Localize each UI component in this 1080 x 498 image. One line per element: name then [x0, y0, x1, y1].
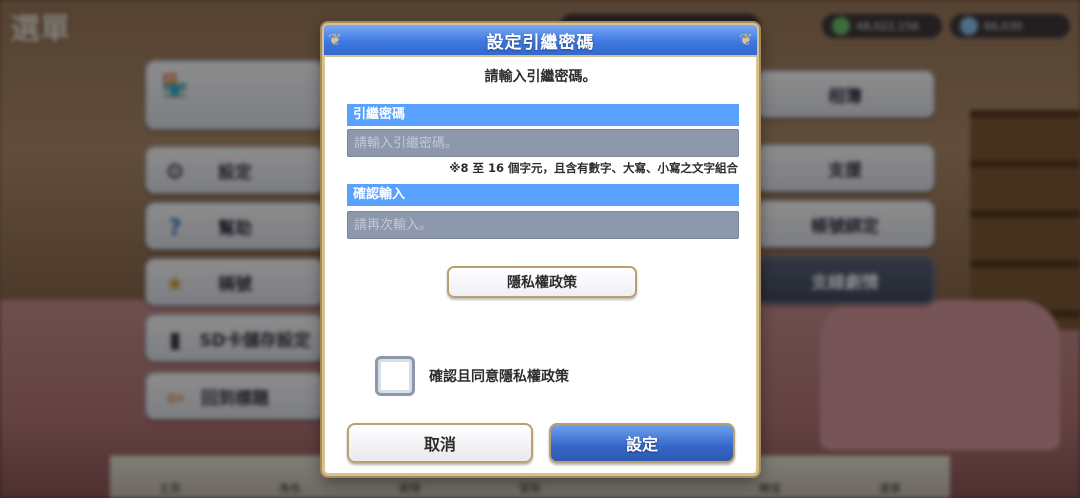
agree-label: 確認且同意隱私權政策 — [429, 369, 569, 385]
privacy-policy-button[interactable]: 隱私權政策 — [447, 266, 637, 298]
confirm-password-label: 確認輸入 — [347, 184, 739, 206]
ornament-left-icon: ❦ — [328, 30, 342, 49]
dialog-subtitle: 請輸入引繼密碼。 — [484, 69, 597, 85]
password-hint: ※8 至 16 個字元，且含有數字、大寫、小寫之文字組合 — [449, 161, 738, 175]
confirm-password-input[interactable] — [347, 211, 739, 239]
set-transfer-password-dialog: ❦ 設定引繼密碼 ❦ 請輸入引繼密碼。 引繼密碼 ※8 至 16 個字元，且含有… — [322, 23, 759, 476]
set-button[interactable]: 設定 — [549, 423, 735, 463]
cancel-button[interactable]: 取消 — [347, 423, 533, 463]
ornament-right-icon: ❦ — [739, 30, 753, 49]
agree-checkbox[interactable] — [375, 356, 415, 396]
dialog-header: ❦ 設定引繼密碼 ❦ — [322, 23, 759, 57]
agree-row: 確認且同意隱私權政策 — [375, 356, 569, 396]
dialog-title: 設定引繼密碼 — [486, 32, 595, 53]
password-input[interactable] — [347, 129, 739, 157]
password-label: 引繼密碼 — [347, 104, 739, 126]
